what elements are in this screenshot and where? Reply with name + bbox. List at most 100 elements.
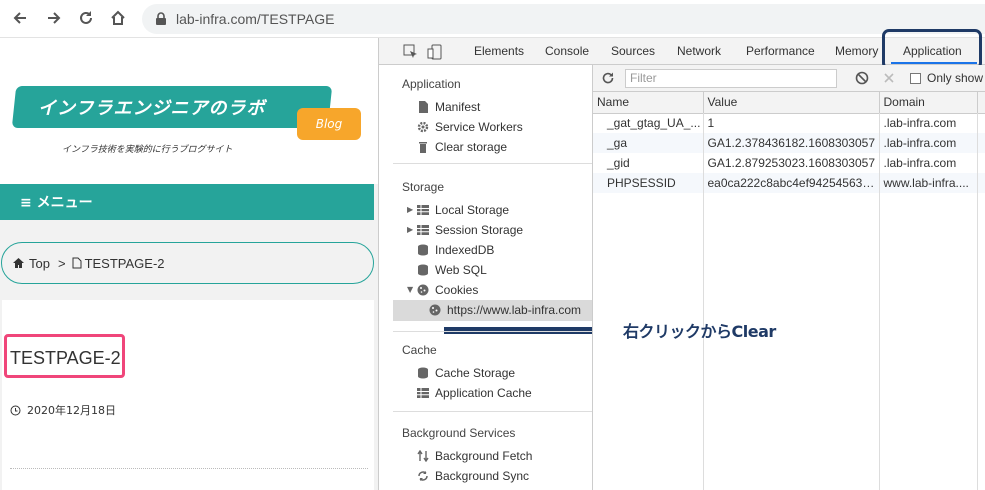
sidebar-item-background-fetch[interactable]: Background Fetch [417,446,532,466]
only-show-issues-checkbox[interactable]: Only show [910,71,983,85]
sidebar-section-storage: Storage [402,180,445,194]
tab-performance[interactable]: Performance [746,44,815,58]
file-icon [72,257,82,269]
cookie-domain: .lab-infra.com [879,153,978,173]
cookie-value: 1 [703,113,880,133]
devtools-panel: Elements Console Sources Network Perform… [378,29,985,490]
lock-icon [156,12,166,25]
column-header-domain[interactable]: Domain [879,92,978,114]
sidebar-item-service-workers[interactable]: Service Workers [417,117,523,137]
table-row[interactable]: _gat_gtag_UA_... 1 .lab-infra.com [593,113,985,133]
column-header-value[interactable]: Value [703,92,880,114]
cookie-extra [977,113,985,133]
home-button[interactable] [106,6,130,30]
column-header-more[interactable] [977,92,985,114]
expand-arrow-icon[interactable]: ▶ [407,225,413,234]
sidebar-item-web-sql[interactable]: Web SQL [417,260,487,280]
sidebar-item-session-storage[interactable]: Session Storage [417,220,523,240]
webpage: インフラエンジニアのラボ Blog インフラ技術を実験的に行うブログサイト ≡ … [0,38,378,490]
cookie-name: _gat_gtag_UA_... [593,113,704,133]
application-tab-highlight-box [882,29,982,70]
cookie-extra [977,173,985,193]
file-icon [419,101,428,113]
sidebar-item-local-storage[interactable]: Local Storage [417,200,509,220]
post-date-text: 2020年12月18日 [27,404,116,417]
filter-input[interactable]: Filter [625,69,837,88]
cookies-panel: Filter Only show Name Value Domain _gat_… [593,65,985,490]
post-date: 2020年12月18日 [10,402,116,418]
sync-icon [418,471,428,481]
cookie-icon [417,284,429,296]
tab-elements[interactable]: Elements [474,44,524,58]
menu-button[interactable]: ≡ メニュー [0,184,374,220]
reload-icon [80,11,92,24]
home-icon [13,258,24,268]
grid-icon [417,225,429,235]
grid-icon [417,388,429,398]
delete-selected-icon[interactable] [883,72,895,84]
sidebar-item-cache-storage[interactable]: Cache Storage [417,363,515,383]
tab-memory[interactable]: Memory [835,44,878,58]
site-header: インフラエンジニアのラボ Blog インフラ技術を実験的に行うブログサイト [0,38,378,184]
grid-icon [417,205,429,215]
sidebar-item-clear-storage[interactable]: Clear storage [417,137,507,157]
site-tagline: インフラ技術を実験的に行うブログサイト [62,145,233,155]
table-row[interactable]: _ga GA1.2.378436182.1608303057 .lab-infr… [593,133,985,153]
column-divider[interactable] [879,113,880,490]
cookie-name: _gid [593,153,704,173]
tab-console[interactable]: Console [545,44,589,58]
sidebar-item-background-sync[interactable]: Background Sync [417,466,529,486]
sidebar-item-cookie-origin[interactable]: https://www.lab-infra.com [429,300,581,320]
cookie-name: _ga [593,133,704,153]
logo-blog-badge: Blog [297,108,361,140]
cookie-value: GA1.2.879253023.1608303057 [703,153,880,173]
tab-network[interactable]: Network [677,44,721,58]
site-logo[interactable]: インフラエンジニアのラボ [38,94,265,120]
column-divider[interactable] [977,113,978,490]
url-text: lab-infra.com/TESTPAGE [176,11,335,27]
cookies-toolbar: Filter Only show [593,65,985,92]
annotation-text: 右クリックからClear [623,322,776,341]
cookie-value: ea0ca222c8abc4ef94254563e... [703,173,880,193]
expand-arrow-icon[interactable]: ▶ [407,205,413,214]
column-divider[interactable] [703,113,704,490]
reload-button[interactable] [74,6,98,30]
arrow-right-icon [48,12,61,24]
arrow-left-icon [13,12,26,24]
sidebar-item-cookies[interactable]: Cookies [417,280,478,300]
column-header-name[interactable]: Name [593,92,704,114]
refresh-icon[interactable] [601,71,615,85]
clock-icon [10,405,21,415]
collapse-arrow-icon[interactable]: ▼ [407,285,413,294]
breadcrumb-home-link[interactable]: Top [29,256,50,271]
sidebar-section-background-services: Background Services [402,426,516,440]
back-button[interactable] [8,6,32,30]
inspect-element-icon[interactable] [403,44,419,60]
sidebar-section-cache: Cache [402,343,437,357]
sidebar-divider [393,411,592,412]
article: TESTPAGE-2 2020年12月18日 [2,300,374,490]
breadcrumb-separator: > [57,255,66,271]
sidebar-item-application-cache[interactable]: Application Cache [417,383,532,403]
address-bar[interactable]: lab-infra.com/TESTPAGE [142,4,985,34]
database-icon [418,264,428,276]
application-sidebar: Application Manifest Service Workers Cle… [393,65,593,490]
title-highlight-box [4,334,125,378]
sidebar-item-indexeddb[interactable]: IndexedDB [417,240,494,260]
sidebar-item-manifest[interactable]: Manifest [417,97,480,117]
database-icon [418,367,428,379]
browser-toolbar: lab-infra.com/TESTPAGE [0,0,985,38]
trash-icon [419,142,427,153]
breadcrumb-current: TESTPAGE-2 [84,255,165,271]
device-toggle-icon[interactable] [427,44,443,60]
checkbox-box[interactable] [910,72,921,84]
table-row[interactable]: _gid GA1.2.879253023.1608303057 .lab-inf… [593,153,985,173]
forward-button[interactable] [42,6,66,30]
cookie-domain: .lab-infra.com [879,113,978,133]
table-row[interactable]: PHPSESSID ea0ca222c8abc4ef94254563e... w… [593,173,985,193]
cookie-extra [977,153,985,173]
tab-sources[interactable]: Sources [611,44,655,58]
cookies-table: Name Value Domain _gat_gtag_UA_... 1 .la… [593,92,985,193]
sidebar-divider [393,163,592,164]
clear-all-icon[interactable] [855,71,869,85]
